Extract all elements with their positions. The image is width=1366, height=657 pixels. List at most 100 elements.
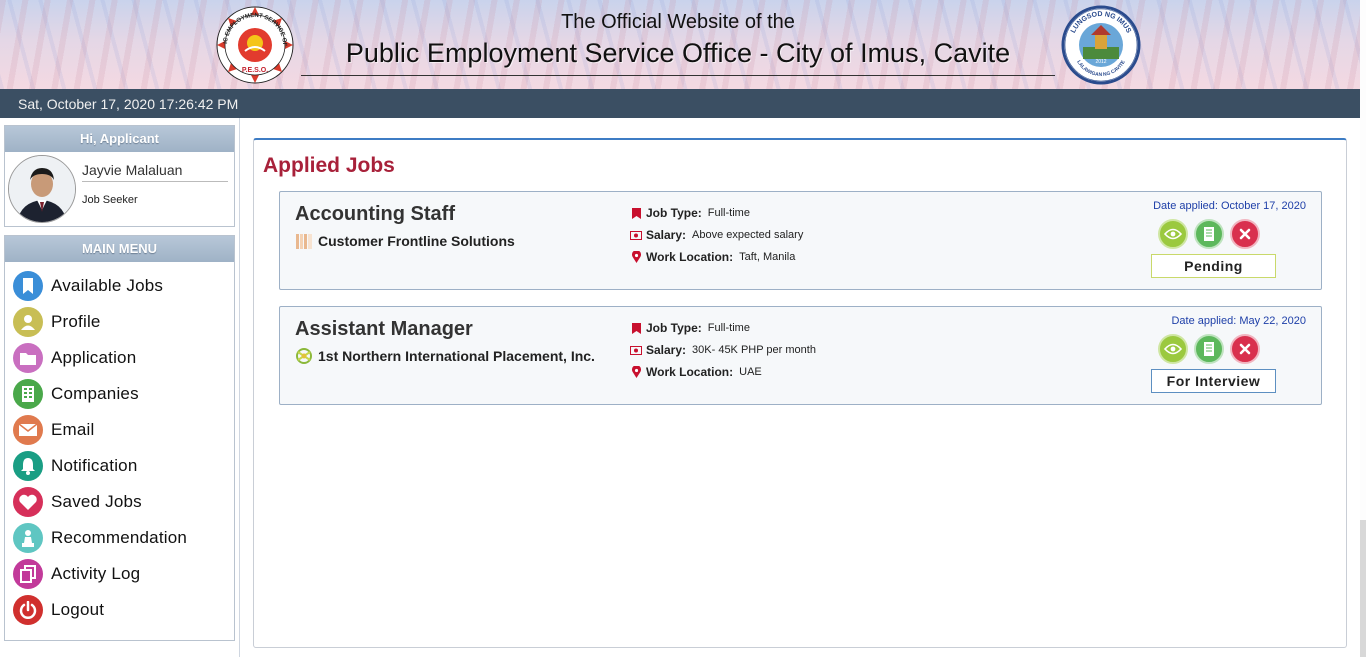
bell-icon [13, 451, 43, 481]
menu-item-companies[interactable]: Companies [5, 376, 234, 412]
title-underline [301, 75, 1055, 76]
salary-value: 30K- 45K PHP per month [692, 344, 816, 356]
menu-item-saved-jobs[interactable]: Saved Jobs [5, 484, 234, 520]
company: Customer Frontline Solutions [295, 232, 515, 250]
details-button[interactable] [1194, 219, 1224, 249]
site-title-line2: Public Employment Service Office - City … [345, 38, 1011, 68]
menu-item-label: Application [51, 348, 137, 367]
user-role: Job Seeker [82, 194, 138, 206]
job-type-row: Job Type: Full-time [630, 317, 816, 339]
job-title[interactable]: Assistant Manager [295, 318, 473, 341]
building-icon [13, 379, 43, 409]
menu-item-label: Saved Jobs [51, 492, 142, 511]
menu-item-label: Email [51, 420, 95, 439]
avatar [8, 155, 76, 223]
cancel-application-button[interactable] [1230, 219, 1260, 249]
menu-item-label: Profile [51, 312, 101, 331]
menu-item-application[interactable]: Application [5, 340, 234, 376]
location-label: Work Location: [646, 365, 734, 379]
folder-icon [13, 343, 43, 373]
svg-text:P.E.S.O.: P.E.S.O. [242, 67, 268, 74]
menu-item-available-jobs[interactable]: Available Jobs [5, 268, 234, 304]
user-name: Jayvie Malaluan [82, 162, 228, 182]
view-button[interactable] [1158, 334, 1188, 364]
heart-icon [13, 487, 43, 517]
menu-item-notification[interactable]: Notification [5, 448, 234, 484]
salary-value: Above expected salary [692, 229, 804, 241]
map-pin-icon [630, 251, 642, 263]
map-pin-icon [630, 366, 642, 378]
svg-text:2012: 2012 [1095, 59, 1106, 65]
page-title: Applied Jobs [263, 154, 395, 177]
job-actions [1158, 219, 1266, 249]
location-row: Work Location: Taft, Manila [630, 246, 803, 268]
salary-label: Salary: [646, 343, 687, 357]
salary-row: Salary: 30K- 45K PHP per month [630, 339, 816, 361]
menu-item-label: Companies [51, 384, 139, 403]
imus-city-seal: LUNGSOD NG IMUS LALAWIGAN NG CAVITE 2012 [1061, 5, 1141, 85]
company-name[interactable]: Customer Frontline Solutions [318, 233, 515, 249]
menu-item-label: Available Jobs [51, 276, 164, 295]
user-icon [13, 307, 43, 337]
menu-item-profile[interactable]: Profile [5, 304, 234, 340]
menu-item-label: Recommendation [51, 528, 188, 547]
location-label: Work Location: [646, 250, 734, 264]
main-menu: MAIN MENU Available Jobs Profile Applica… [4, 235, 235, 641]
salary-row: Salary: Above expected salary [630, 224, 803, 246]
cancel-application-button[interactable] [1230, 334, 1260, 364]
applied-jobs-panel: Applied Jobs Accounting Staff Customer F… [253, 138, 1347, 648]
copy-icon [13, 559, 43, 589]
menu-item-email[interactable]: Email [5, 412, 234, 448]
status-badge: For Interview [1151, 369, 1276, 393]
bookmark-icon [630, 322, 642, 334]
location-value: Taft, Manila [739, 251, 796, 263]
page-scrollbar[interactable] [1360, 0, 1366, 657]
main-menu-heading: MAIN MENU [5, 236, 234, 262]
date-applied: Date applied: October 17, 2020 [1153, 200, 1306, 212]
company: 1st Northern International Placement, In… [295, 347, 595, 365]
menu-item-logout[interactable]: Logout [5, 592, 234, 628]
job-title[interactable]: Accounting Staff [295, 203, 455, 226]
money-icon [630, 344, 642, 356]
current-datetime: Sat, October 17, 2020 17:26:42 PM [18, 96, 239, 112]
location-value: UAE [739, 366, 762, 378]
site-title-line1: The Official Website of the [561, 11, 795, 33]
bookmark-icon [13, 271, 43, 301]
date-applied: Date applied: May 22, 2020 [1171, 315, 1306, 327]
job-details: Job Type: Full-time Salary: 30K- 45K PHP… [630, 317, 816, 383]
menu-item-label: Logout [51, 600, 105, 619]
close-icon [1239, 228, 1251, 240]
bookmark-icon [630, 207, 642, 219]
details-button[interactable] [1194, 334, 1224, 364]
eye-icon [1164, 228, 1182, 240]
datetime-bar: Sat, October 17, 2020 17:26:42 PM [0, 89, 1360, 118]
user-panel: Hi, Applicant Jayvie Malaluan Job Seeker [4, 125, 235, 227]
company-logo-icon [296, 348, 312, 364]
header-banner: PUBLIC EMPLOYMENT SERVICE OFFICE P.E.S.O… [0, 0, 1366, 89]
user-panel-heading: Hi, Applicant [5, 126, 234, 152]
scrollbar-thumb[interactable] [1360, 0, 1366, 520]
status-badge: Pending [1151, 254, 1276, 278]
chess-pawn-icon [13, 523, 43, 553]
view-button[interactable] [1158, 219, 1188, 249]
company-logo-icon [296, 234, 312, 249]
close-icon [1239, 343, 1251, 355]
power-icon [13, 595, 43, 625]
sidebar: Hi, Applicant Jayvie Malaluan Job Seeker… [0, 118, 240, 657]
job-actions [1158, 334, 1266, 364]
job-card: Accounting Staff Customer Frontline Solu… [279, 191, 1322, 290]
salary-label: Salary: [646, 228, 687, 242]
menu-item-activity-log[interactable]: Activity Log [5, 556, 234, 592]
document-icon [1204, 342, 1214, 356]
menu-item-recommendation[interactable]: Recommendation [5, 520, 234, 556]
job-type-value: Full-time [707, 322, 750, 334]
location-row: Work Location: UAE [630, 361, 816, 383]
peso-logo: PUBLIC EMPLOYMENT SERVICE OFFICE P.E.S.O… [215, 5, 294, 84]
job-card: Assistant Manager 1st Northern Internati… [279, 306, 1322, 405]
menu-item-label: Activity Log [51, 564, 141, 583]
job-type-row: Job Type: Full-time [630, 202, 803, 224]
envelope-icon [13, 415, 43, 445]
job-type-label: Job Type: [646, 206, 702, 220]
document-icon [1204, 227, 1214, 241]
company-name[interactable]: 1st Northern International Placement, In… [318, 348, 595, 364]
